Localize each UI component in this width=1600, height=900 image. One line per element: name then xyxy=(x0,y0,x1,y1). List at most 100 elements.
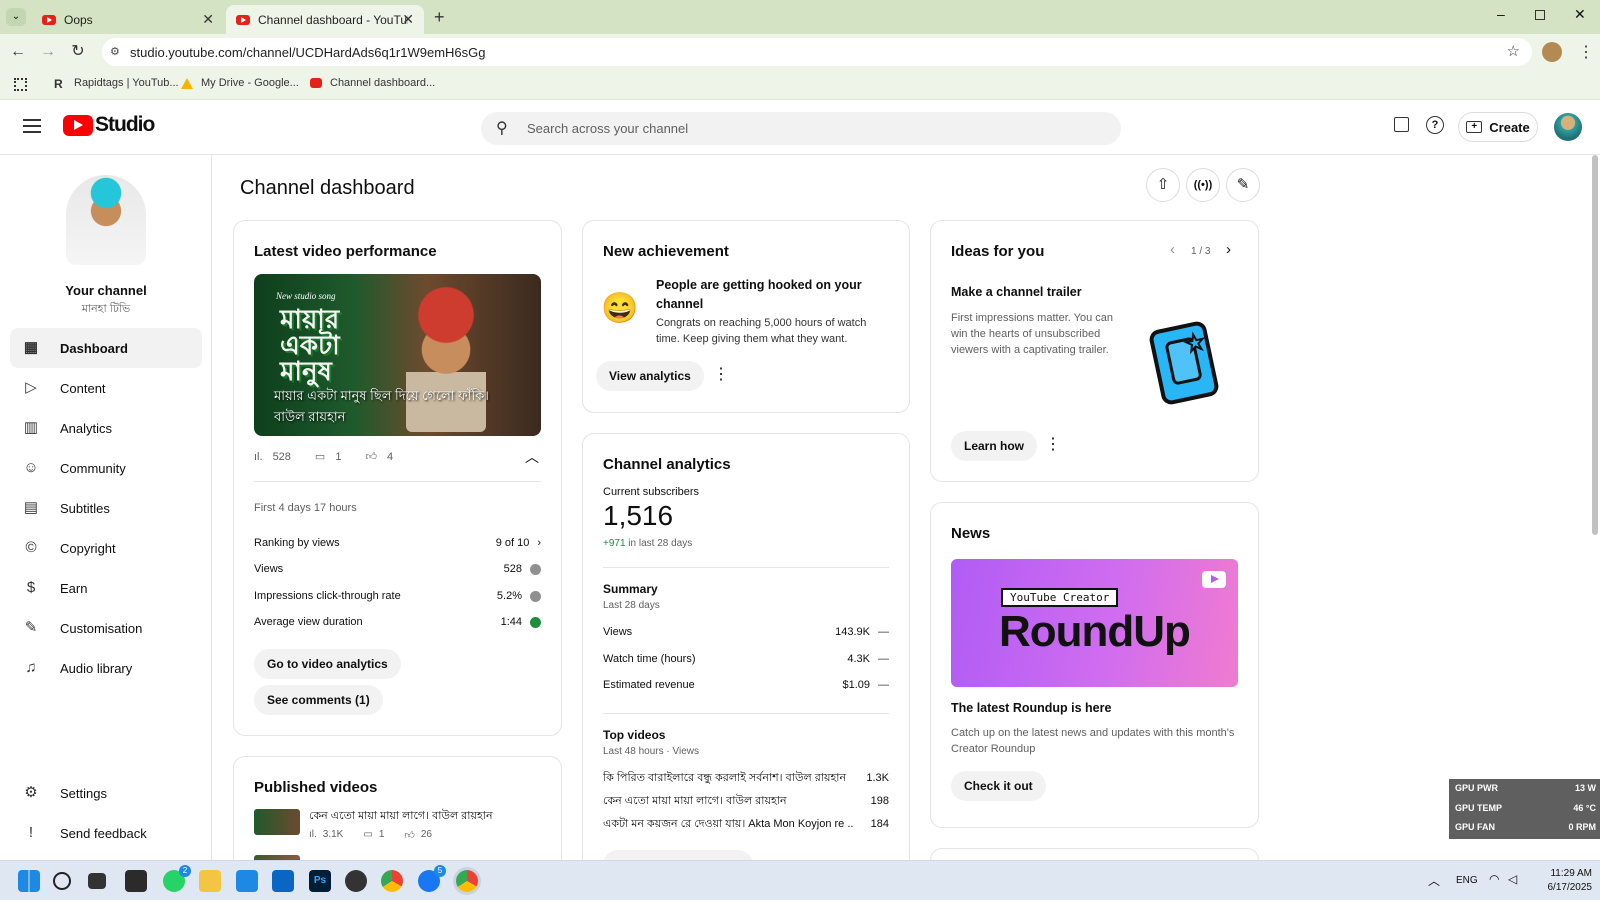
go-to-video-analytics-button[interactable]: Go to video analytics xyxy=(254,649,401,679)
sidebar-item-subtitles[interactable]: ▤ Subtitles xyxy=(10,488,202,528)
studio-logo[interactable]: Studio xyxy=(63,113,155,137)
ideas-headline: Make a channel trailer xyxy=(951,285,1082,299)
back-icon[interactable]: ← xyxy=(8,42,28,62)
sidebar-item-earn[interactable]: $ Earn xyxy=(10,568,202,608)
go-live-icon[interactable]: ((•)) xyxy=(1186,168,1220,202)
profile-avatar-icon[interactable] xyxy=(1542,42,1562,62)
chrome-icon[interactable] xyxy=(381,870,403,892)
hamburger-menu-icon[interactable] xyxy=(23,119,41,133)
divider xyxy=(254,481,541,482)
top-video-row[interactable]: কি পিরিত বারাইলারে বন্ধু করলাই সর্বনাশ। … xyxy=(603,769,889,787)
view-analytics-button[interactable]: View analytics xyxy=(596,361,704,391)
app-dark-icon[interactable] xyxy=(345,870,367,892)
tray-chevron-up-icon[interactable]: ︿ xyxy=(1428,872,1440,889)
thumbnail-caption-1: মায়ার একটা মানুষ ছিল দিয়ে গেলো ফাঁকি। xyxy=(274,388,489,403)
site-info-icon[interactable]: ⚙ xyxy=(110,45,120,58)
browser-menu-icon[interactable]: ⋮ xyxy=(1578,42,1594,62)
apps-grid-icon[interactable] xyxy=(14,78,27,91)
content-play-icon: ▷ xyxy=(25,379,37,396)
news-banner[interactable]: YouTube Creator RoundUp xyxy=(951,559,1238,687)
new-tab-icon[interactable]: + xyxy=(434,7,445,28)
summary-row: Views 143.9K — xyxy=(603,626,889,638)
terminal-icon[interactable] xyxy=(125,870,147,892)
clock[interactable]: 11:29 AM 6/17/2025 xyxy=(1530,867,1593,895)
messages-icon[interactable] xyxy=(1394,117,1409,132)
channel-avatar[interactable] xyxy=(66,175,146,265)
close-tab-icon[interactable]: ✕ xyxy=(202,11,214,28)
previous-chevron-icon[interactable]: ‹ xyxy=(1170,241,1175,258)
sidebar-item-copyright[interactable]: © Copyright xyxy=(10,528,202,568)
sidebar-item-analytics[interactable]: ▥ Analytics xyxy=(10,408,202,448)
published-video-thumbnail[interactable] xyxy=(254,809,300,835)
more-options-icon[interactable]: ⋮ xyxy=(1045,434,1061,454)
learn-how-button[interactable]: Learn how xyxy=(951,431,1038,461)
address-bar-row: ← → ↻ ⚙ studio.youtube.com/channel/UCDHa… xyxy=(0,34,1600,70)
bookmark-channel-dashboard[interactable]: Channel dashboard... xyxy=(310,77,435,89)
sidebar-item-audio-library[interactable]: ♫ Audio library xyxy=(10,648,202,688)
tab-search-icon[interactable]: ⌄ xyxy=(6,8,26,26)
chrome-profile-icon[interactable] xyxy=(456,870,478,892)
language-indicator[interactable]: ENG xyxy=(1456,875,1478,886)
sidebar-item-send-feedback[interactable]: ! Send feedback xyxy=(10,813,202,853)
views-bars-icon: ıl. xyxy=(254,450,263,463)
tab-oops[interactable]: Oops ✕ xyxy=(32,5,224,34)
analytics-bars-icon: ▥ xyxy=(23,419,39,436)
task-view-icon[interactable] xyxy=(88,873,106,889)
top-videos-title: Top videos xyxy=(603,728,666,742)
news-body: Catch up on the latest news and updates … xyxy=(951,727,1235,755)
wifi-icon[interactable]: ◠ xyxy=(1489,872,1499,886)
close-window-icon[interactable]: ✕ xyxy=(1574,6,1586,23)
top-video-row[interactable]: কেন এতো মায়া মায়া লাগে। বাউল রায়হান 1… xyxy=(603,792,889,810)
youtube-favicon-icon xyxy=(236,14,250,25)
next-chevron-icon[interactable]: › xyxy=(1226,241,1231,258)
sidebar-item-dashboard[interactable]: ▦ Dashboard xyxy=(10,328,202,368)
subtitles-icon: ▤ xyxy=(23,499,39,516)
thumbnail-big-text: মায়ার একটা মানুষ xyxy=(280,304,340,386)
your-channel-label: Your channel xyxy=(65,283,147,298)
youtube-favicon-icon xyxy=(310,78,322,88)
store-icon[interactable] xyxy=(236,870,258,892)
metric-row[interactable]: Ranking by views 9 of 10 › xyxy=(254,534,541,552)
feedback-icon: ! xyxy=(28,824,34,841)
sidebar-item-customisation[interactable]: ✎ Customisation xyxy=(10,608,202,648)
reload-icon[interactable]: ↻ xyxy=(68,42,88,62)
search-input[interactable]: ⚲ Search across your channel xyxy=(481,112,1121,145)
sidebar-item-community[interactable]: ☺ Community xyxy=(10,448,202,488)
messenger-icon[interactable]: 5 xyxy=(418,865,446,892)
minimize-icon[interactable]: – xyxy=(1497,6,1505,22)
url-field[interactable]: ⚙ studio.youtube.com/channel/UCDHardAds6… xyxy=(102,38,1532,66)
upload-icon[interactable]: ⇧ xyxy=(1146,168,1180,202)
subscribers-count: 1,516 xyxy=(603,500,674,531)
create-button[interactable]: + Create xyxy=(1458,112,1538,142)
bookmark-star-icon[interactable]: ☆ xyxy=(1507,42,1520,60)
photos-icon[interactable] xyxy=(272,870,294,892)
volume-icon[interactable]: ◁ xyxy=(1508,872,1517,886)
more-options-icon[interactable]: ⋮ xyxy=(713,364,729,384)
list-item[interactable]: কেন এতো মায়া মায়া লাগে। বাউল রায়হান ı… xyxy=(309,807,549,841)
neutral-indicator-icon xyxy=(530,590,541,602)
top-video-row[interactable]: একটা মন কয়জন রে দেওয়া যায়। Akta Mon K… xyxy=(603,815,889,833)
forward-icon[interactable]: → xyxy=(38,42,58,62)
account-avatar[interactable] xyxy=(1554,113,1582,141)
page-scrollbar[interactable] xyxy=(1592,155,1598,535)
photoshop-icon[interactable]: Ps xyxy=(309,870,331,892)
file-explorer-icon[interactable] xyxy=(199,870,221,892)
whatsapp-icon[interactable]: 2 xyxy=(163,865,191,892)
restore-icon[interactable] xyxy=(1535,10,1545,20)
metric-row: Average view duration 1:44 xyxy=(254,613,541,631)
video-thumbnail[interactable]: New studio song মায়ার একটা মানুষ মায়ার… xyxy=(254,274,541,436)
sidebar-item-settings[interactable]: ⚙ Settings xyxy=(10,773,202,813)
collapse-chevron-up-icon[interactable]: ︿ xyxy=(525,447,539,467)
bookmark-my-drive[interactable]: My Drive - Google... xyxy=(181,77,299,89)
check-it-out-button[interactable]: Check it out xyxy=(951,771,1046,801)
gpu-monitor-overlay: GPU PWR 13 W GPU TEMP 46 °C GPU FAN 0 RPM xyxy=(1449,779,1600,839)
help-icon[interactable]: ? xyxy=(1426,116,1444,134)
bookmark-rapidtags[interactable]: R Rapidtags | YouTub... xyxy=(54,77,179,91)
see-comments-button[interactable]: See comments (1) xyxy=(254,685,383,715)
windows-start-icon[interactable] xyxy=(18,870,40,892)
tab-channel-dashboard[interactable]: Channel dashboard - YouTube S ✕ xyxy=(226,5,424,34)
sidebar-item-content[interactable]: ▷ Content xyxy=(10,368,202,408)
close-tab-icon[interactable]: ✕ xyxy=(402,11,414,28)
search-icon[interactable] xyxy=(53,872,71,890)
create-post-icon[interactable]: ✎ xyxy=(1226,168,1260,202)
